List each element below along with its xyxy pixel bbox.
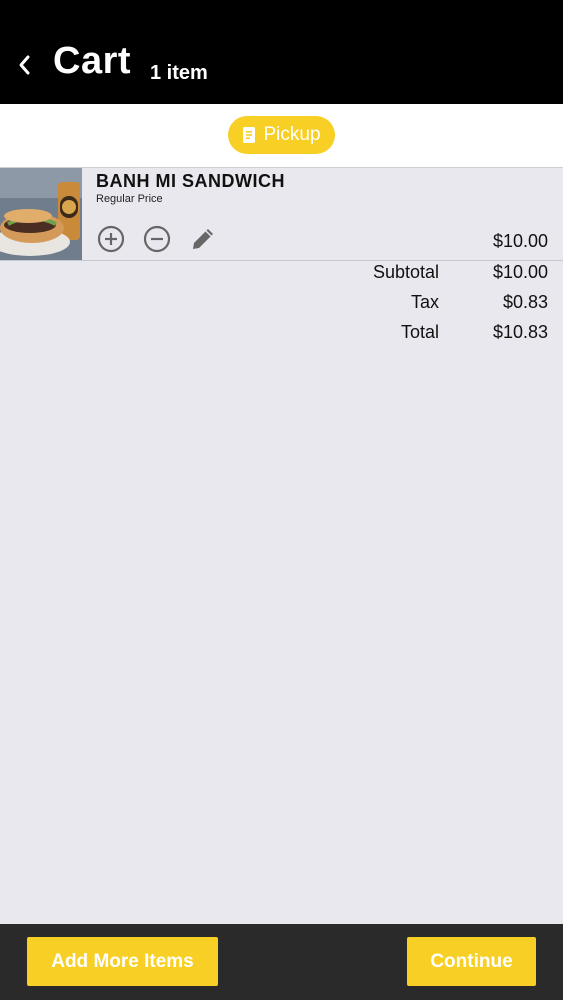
item-variant: Regular Price bbox=[96, 193, 163, 205]
continue-button[interactable]: Continue bbox=[407, 937, 536, 986]
item-count: 1 item bbox=[150, 62, 208, 84]
item-price: $10.00 bbox=[492, 231, 548, 251]
footer-bar: Add More Items Continue bbox=[0, 924, 563, 1000]
item-name: BANH MI SANDWICH bbox=[96, 171, 285, 191]
page-title: Cart bbox=[53, 40, 132, 82]
pencil-icon bbox=[193, 229, 213, 249]
back-button[interactable] bbox=[10, 50, 38, 80]
increase-quantity-button[interactable] bbox=[96, 224, 126, 254]
item-photo bbox=[0, 168, 82, 260]
subtotal-label: Subtotal bbox=[372, 262, 439, 282]
plus-circle-icon bbox=[97, 225, 125, 253]
order-mode-bar: Pickup bbox=[0, 104, 563, 168]
tax-value: $0.83 bbox=[502, 292, 548, 312]
total-row: Total $10.83 bbox=[0, 322, 563, 348]
pickup-button[interactable]: Pickup bbox=[228, 116, 335, 154]
add-more-items-button[interactable]: Add More Items bbox=[27, 937, 218, 986]
decrease-quantity-button[interactable] bbox=[142, 224, 172, 254]
total-label: Total bbox=[400, 322, 439, 342]
chevron-left-icon bbox=[19, 55, 30, 75]
tax-row: Tax $0.83 bbox=[0, 292, 563, 318]
cart-item: BANH MI SANDWICH Regular Price $10.00 bbox=[0, 168, 563, 261]
app-header: Cart 1 item bbox=[0, 0, 563, 104]
minus-circle-icon bbox=[143, 225, 171, 253]
total-value: $10.83 bbox=[492, 322, 548, 342]
tax-label: Tax bbox=[410, 292, 439, 312]
subtotal-row: Subtotal $10.00 bbox=[0, 262, 563, 288]
subtotal-value: $10.00 bbox=[492, 262, 548, 282]
pickup-label: Pickup bbox=[263, 124, 321, 145]
edit-item-button[interactable] bbox=[188, 224, 218, 254]
receipt-icon bbox=[243, 127, 256, 143]
